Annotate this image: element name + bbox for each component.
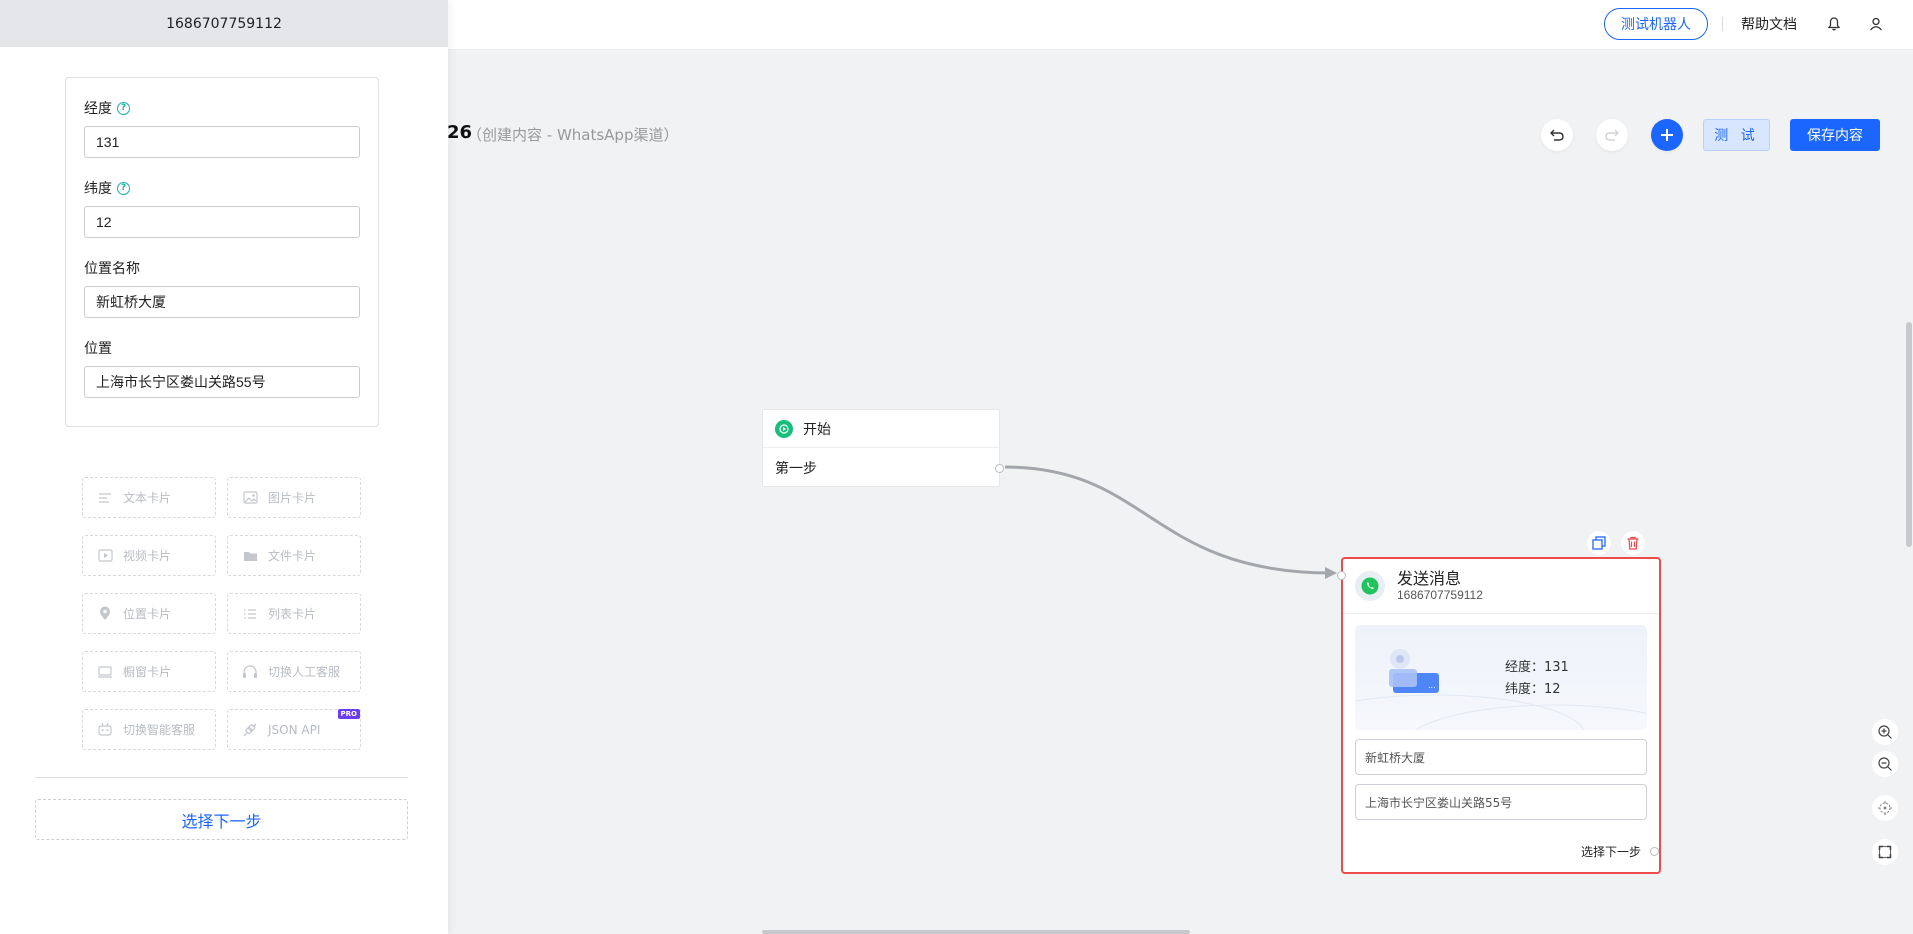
card-label: 列表卡片 [268,607,317,621]
copy-node-button[interactable] [1587,531,1611,555]
video-icon [97,548,113,564]
start-node-title: 开始 [803,421,831,438]
message-node-output-port[interactable] [1650,847,1659,856]
play-icon [775,419,793,438]
location-coordinates: 经度：131 纬度：12 [1505,657,1569,701]
address-input[interactable]: 上海市长宁区娄山关路55号 [84,366,360,398]
zoom-in-icon [1878,725,1892,739]
json-api-card-button[interactable]: JSON API PRO [227,709,361,750]
message-node-tools [1587,531,1645,555]
panel-divider [35,777,408,778]
card-label: 切换智能客服 [123,723,196,737]
pro-badge: PRO [337,709,360,719]
help-icon[interactable]: ? [117,101,130,115]
horizontal-scrollbar[interactable] [762,930,1190,934]
video-card-button[interactable]: 视频卡片 [82,535,216,576]
zoom-in-button[interactable] [1872,719,1898,745]
showcase-card-button[interactable]: 橱窗卡片 [82,651,216,692]
send-message-node[interactable]: 发送消息 1686707759112 ... 经度：131 纬度：12 新虹桥大… [1337,557,1661,874]
start-node-header: 开始 [763,410,999,448]
svg-text:...: ... [1428,681,1436,690]
longitude-line: 经度：131 [1505,660,1569,675]
zoom-out-icon [1878,757,1892,771]
message-node-input-port[interactable] [1337,571,1346,580]
place-name-label: 位置名称 [84,261,140,277]
fit-view-button[interactable] [1872,795,1898,821]
start-node-step: 第一步 [775,460,817,477]
card-label: 位置卡片 [123,607,172,621]
message-node-title: 发送消息 [1397,569,1462,588]
card-label: 切换人工客服 [268,665,341,679]
location-preview: ... 经度：131 纬度：12 [1355,625,1647,730]
location-address-field[interactable]: 上海市长宁区娄山关路55号 [1355,784,1647,820]
place-name-input[interactable]: 新虹桥大厦 [84,286,360,318]
folder-icon [242,548,258,564]
node-editor-panel: 1686707759112 经度 ? 131 纬度 ? 12 位置名称 新虹桥大… [0,0,448,934]
zoom-out-button[interactable] [1872,751,1898,777]
whatsapp-icon [1355,571,1385,601]
longitude-label: 经度 ? [84,98,360,118]
plug-icon [242,722,258,738]
file-card-button[interactable]: 文件卡片 [227,535,361,576]
select-next-step-button[interactable]: 选择下一步 [35,799,408,840]
message-next-step-label[interactable]: 选择下一步 [1581,843,1641,860]
card-label: JSON API [268,722,321,737]
latitude-label-text: 纬度 [84,181,112,197]
human-agent-card-button[interactable]: 切换人工客服 [227,651,361,692]
delete-node-button[interactable] [1621,531,1645,555]
list-icon [242,606,258,622]
message-node-id: 1686707759112 [1397,588,1483,602]
image-card-button[interactable]: 图片卡片 [227,477,361,518]
location-form: 经度 ? 131 纬度 ? 12 位置名称 新虹桥大厦 位置 上海市长宁区娄山关… [65,77,379,427]
text-icon [97,490,113,506]
latitude-line: 纬度：12 [1505,682,1561,697]
card-label: 橱窗卡片 [123,665,172,679]
list-card-button[interactable]: 列表卡片 [227,593,361,634]
trash-icon [1627,536,1639,550]
fullscreen-icon [1878,845,1892,859]
card-label: 文件卡片 [268,549,317,563]
image-icon [242,490,258,506]
latitude-input[interactable]: 12 [84,206,360,238]
card-label: 图片卡片 [268,491,317,505]
text-card-button[interactable]: 文本卡片 [82,477,216,518]
location-illustration-icon: ... [1355,649,1647,730]
crosshair-icon [1878,801,1892,815]
ai-agent-card-button[interactable]: 切换智能客服 [82,709,216,750]
location-card-button[interactable]: 位置卡片 [82,593,216,634]
copy-icon [1592,536,1606,550]
message-node-header: 发送消息 1686707759112 [1343,559,1659,614]
start-node[interactable]: 开始 第一步 [762,409,1004,487]
vertical-scrollbar[interactable] [1906,322,1912,547]
panel-header: 1686707759112 [0,0,448,47]
start-node-output-port[interactable] [995,464,1004,473]
card-type-grid: 文本卡片 图片卡片 视频卡片 文件卡片 位置卡片 列表卡片 橱窗卡片 切换人工客… [82,477,362,750]
address-label: 位置 [84,341,112,357]
location-icon [97,606,113,622]
latitude-label: 纬度 ? [84,178,360,198]
showcase-icon [97,664,113,680]
location-name-field[interactable]: 新虹桥大厦 [1355,739,1647,775]
help-icon[interactable]: ? [117,181,130,195]
card-label: 视频卡片 [123,549,172,563]
headset-icon [242,664,258,680]
longitude-label-text: 经度 [84,101,112,117]
fullscreen-button[interactable] [1872,839,1898,865]
longitude-input[interactable]: 131 [84,126,360,158]
robot-icon [97,722,113,738]
card-label: 文本卡片 [123,491,172,505]
